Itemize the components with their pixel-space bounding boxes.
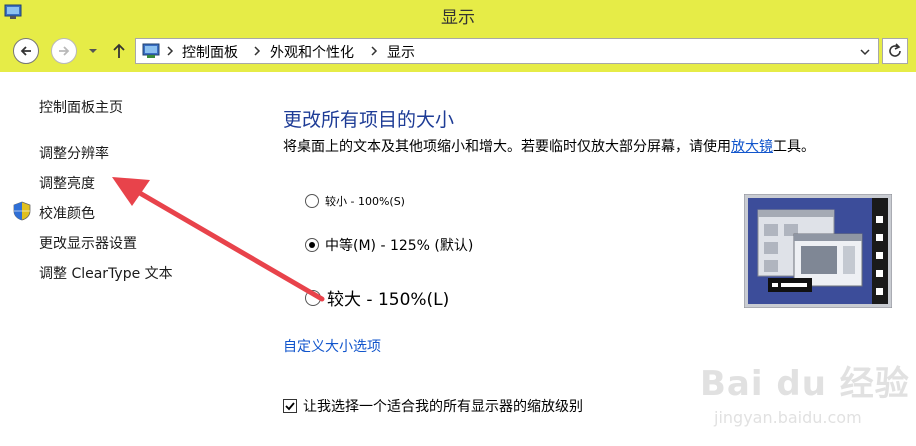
back-button[interactable]: [13, 38, 39, 64]
up-arrow-icon[interactable]: [111, 42, 127, 60]
chevron-right-icon[interactable]: [370, 45, 378, 57]
breadcrumb-control-panel[interactable]: 控制面板: [182, 42, 238, 62]
arrow-left-icon: [20, 46, 31, 56]
watermark-url: jingyan.baidu.com: [714, 408, 862, 427]
option-medium[interactable]: 中等(M) - 125% (默认): [305, 235, 473, 255]
scaling-checkbox[interactable]: [283, 399, 297, 413]
sidebar-item-cleartype[interactable]: 调整 ClearType 文本: [39, 263, 173, 283]
checkmark-icon: [285, 402, 295, 411]
option-smaller-label: 较小 - 100%(S): [325, 195, 405, 208]
arrow-right-icon: [59, 46, 70, 56]
baidu-watermark: Bai du 经验 jingyan.baidu.com: [700, 356, 910, 440]
chevron-right-icon[interactable]: [253, 45, 261, 57]
sidebar: 控制面板主页 调整分辨率 调整亮度 校准颜色 更改显示器设置 调整 ClearT…: [0, 72, 260, 446]
sidebar-item-resolution[interactable]: 调整分辨率: [39, 143, 109, 163]
sidebar-item-brightness[interactable]: 调整亮度: [39, 173, 95, 193]
sidebar-item-display-settings[interactable]: 更改显示器设置: [39, 233, 137, 253]
scaling-preview-image: [744, 194, 892, 308]
recent-locations-dropdown[interactable]: [88, 46, 98, 56]
sidebar-item-calibrate-color[interactable]: 校准颜色: [39, 203, 95, 223]
option-larger-label: 较大 - 150%(L): [327, 290, 450, 310]
address-bar[interactable]: 控制面板 外观和个性化 显示: [135, 38, 879, 64]
sidebar-item-home[interactable]: 控制面板主页: [39, 97, 123, 117]
title-bar: 显示: [0, 0, 916, 30]
radio-medium[interactable]: [305, 238, 319, 252]
page-title: 更改所有项目的大小: [283, 109, 455, 131]
uac-shield-icon: [13, 201, 31, 221]
option-larger[interactable]: 较大 - 150%(L): [305, 285, 449, 310]
breadcrumb-appearance[interactable]: 外观和个性化: [270, 42, 354, 62]
scaling-checkbox-label: 让我选择一个适合我的所有显示器的缩放级别: [303, 399, 583, 415]
chevron-right-icon[interactable]: [166, 45, 174, 57]
watermark-logo: Bai du 经验: [700, 364, 910, 404]
refresh-icon: [889, 43, 901, 57]
description-text-end: 工具。: [773, 139, 815, 155]
refresh-button[interactable]: [882, 38, 908, 64]
forward-button[interactable]: [51, 38, 77, 64]
radio-smaller[interactable]: [305, 194, 319, 208]
breadcrumb-display[interactable]: 显示: [387, 42, 415, 62]
window-title: 显示: [441, 8, 475, 28]
chevron-down-icon[interactable]: [860, 47, 870, 57]
custom-size-link[interactable]: 自定义大小选项: [283, 336, 381, 356]
option-smaller[interactable]: 较小 - 100%(S): [305, 193, 405, 209]
description-text: 将桌面上的文本及其他项缩小和增大。若要临时仅放大部分屏幕，请使用: [283, 139, 731, 155]
custom-scaling-option[interactable]: 让我选择一个适合我的所有显示器的缩放级别: [283, 396, 583, 416]
option-medium-label: 中等(M) - 125% (默认): [325, 238, 474, 254]
control-panel-icon: [142, 43, 160, 58]
description: 将桌面上的文本及其他项缩小和增大。若要临时仅放大部分屏幕，请使用放大镜工具。: [283, 136, 815, 156]
navigation-bar: 控制面板 外观和个性化 显示: [0, 30, 916, 72]
magnifier-link[interactable]: 放大镜: [731, 139, 773, 155]
radio-larger[interactable]: [305, 289, 321, 306]
